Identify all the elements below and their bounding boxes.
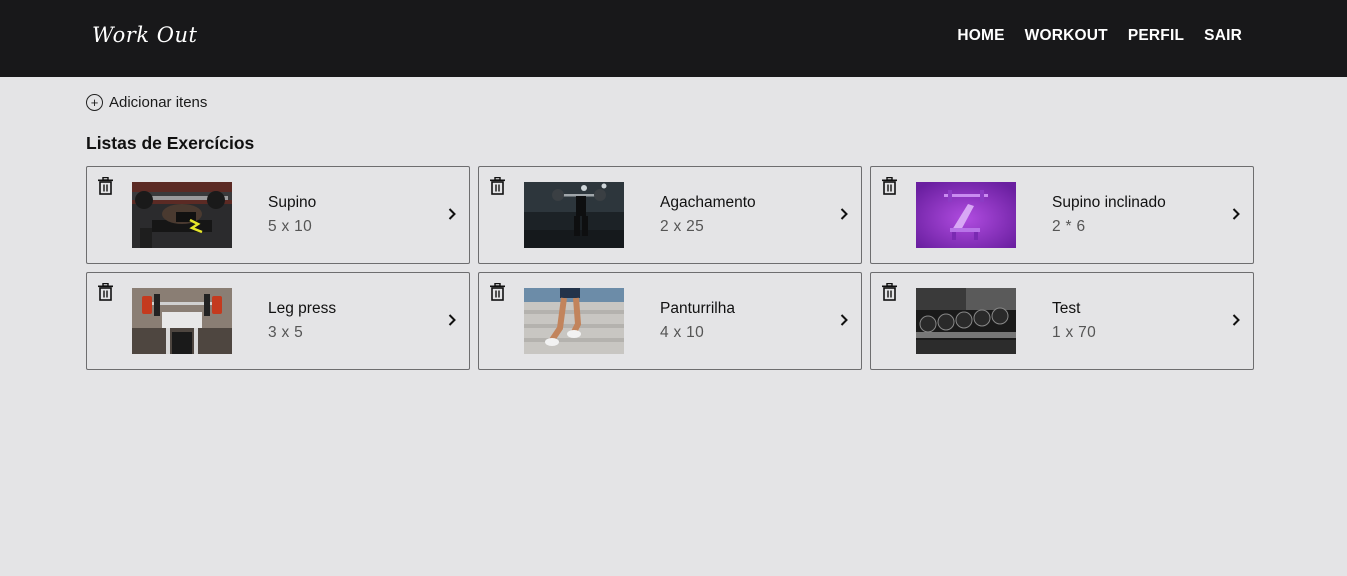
nav-link-workout[interactable]: WORKOUT xyxy=(1025,27,1108,45)
app-logo[interactable]: Work Out xyxy=(92,23,197,47)
nav-link-home[interactable]: HOME xyxy=(957,27,1004,45)
nav-links: HOME WORKOUT PERFIL SAIR xyxy=(957,27,1242,45)
chevron-right-icon[interactable] xyxy=(839,313,849,327)
exercise-card[interactable]: Panturrilha 4 x 10 xyxy=(478,272,862,370)
trash-icon[interactable] xyxy=(881,177,898,195)
exercise-sets: 3 x 5 xyxy=(268,324,304,341)
exercise-grid: Supino 5 x 10 Agachamento 2 x 25 Supino … xyxy=(86,166,1254,370)
bench-press-photo xyxy=(132,182,232,248)
squat-photo xyxy=(524,182,624,248)
exercise-sets: 2 x 25 xyxy=(660,218,705,235)
exercise-sets: 1 x 70 xyxy=(1052,324,1097,341)
exercise-card[interactable]: Supino 5 x 10 xyxy=(86,166,470,264)
exercise-card[interactable]: Test 1 x 70 xyxy=(870,272,1254,370)
dumbbell-rack-photo xyxy=(916,288,1016,354)
trash-icon[interactable] xyxy=(489,283,506,301)
exercise-sets: 4 x 10 xyxy=(660,324,705,341)
chevron-right-icon[interactable] xyxy=(1231,207,1241,221)
exercise-name: Leg press xyxy=(268,300,337,317)
leg-press-photo xyxy=(132,288,232,354)
chevron-right-icon[interactable] xyxy=(839,207,849,221)
trash-icon[interactable] xyxy=(97,177,114,195)
exercise-name: Test xyxy=(1052,300,1081,317)
calf-raise-photo xyxy=(524,288,624,354)
exercise-card[interactable]: Leg press 3 x 5 xyxy=(86,272,470,370)
add-items-label: Adicionar itens xyxy=(109,94,208,111)
trash-icon[interactable] xyxy=(881,283,898,301)
section-title: Listas de Exercícios xyxy=(86,133,255,153)
chevron-right-icon[interactable] xyxy=(1231,313,1241,327)
exercise-name: Supino xyxy=(268,194,317,211)
exercise-card[interactable]: Supino inclinado 2 * 6 xyxy=(870,166,1254,264)
exercise-name: Supino inclinado xyxy=(1052,194,1166,211)
nav-link-perfil[interactable]: PERFIL xyxy=(1128,27,1184,45)
nav-link-sair[interactable]: SAIR xyxy=(1204,27,1242,45)
chevron-right-icon[interactable] xyxy=(447,313,457,327)
chevron-right-icon[interactable] xyxy=(447,207,457,221)
add-items-button[interactable]: + Adicionar itens xyxy=(86,94,207,111)
trash-icon[interactable] xyxy=(97,283,114,301)
exercise-name: Agachamento xyxy=(660,194,756,211)
exercise-name: Panturrilha xyxy=(660,300,735,317)
trash-icon[interactable] xyxy=(489,177,506,195)
exercise-sets: 2 * 6 xyxy=(1052,218,1086,235)
exercise-card[interactable]: Agachamento 2 x 25 xyxy=(478,166,862,264)
navbar: Work Out HOME WORKOUT PERFIL SAIR xyxy=(0,0,1347,77)
exercise-sets: 5 x 10 xyxy=(268,218,313,235)
plus-circle-icon: + xyxy=(86,94,103,111)
incline-bench-photo xyxy=(916,182,1016,248)
